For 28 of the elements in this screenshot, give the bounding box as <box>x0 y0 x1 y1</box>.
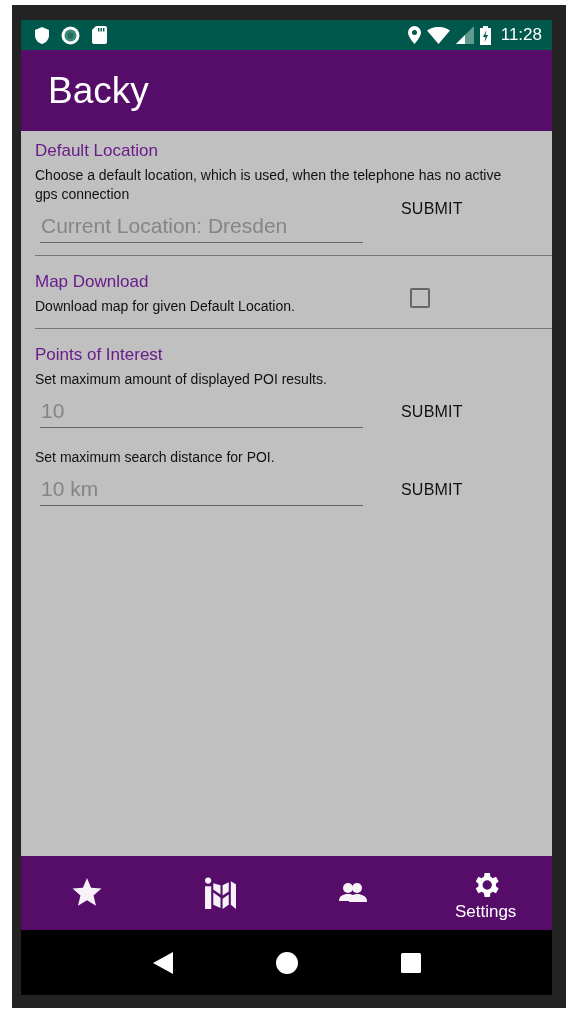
status-time: 11:28 <box>500 25 542 45</box>
recents-icon[interactable] <box>400 952 421 973</box>
people-icon <box>338 882 367 904</box>
home-icon[interactable] <box>275 951 298 974</box>
input-field[interactable]: 10 km <box>40 475 363 506</box>
shield-icon <box>35 26 49 44</box>
wifi-icon <box>426 26 450 44</box>
map-icon <box>203 876 237 910</box>
setting-description: Set maximum search distance for POI. <box>35 448 276 467</box>
submit-button[interactable]: SUBMIT <box>396 475 468 505</box>
star-icon <box>71 878 104 908</box>
section-title: Points of Interest <box>35 345 164 365</box>
input-field[interactable]: Current Location: Dresden <box>40 212 363 243</box>
battery-charging-icon <box>479 25 491 45</box>
location-pin-icon <box>407 26 421 44</box>
section-title: Default Location <box>35 141 159 161</box>
record-icon <box>61 25 80 45</box>
sd-card-icon <box>92 26 107 44</box>
setting-description: Set maximum amount of displayed POI results. <box>35 370 328 389</box>
signal-icon <box>455 26 474 44</box>
app-title: Backy <box>48 69 149 112</box>
section-title: Map Download <box>35 272 150 292</box>
nav-tab[interactable]: Settings <box>419 856 552 930</box>
submit-button[interactable]: SUBMIT <box>396 397 468 427</box>
section-description: Download map for given Default Location. <box>35 297 296 316</box>
checkbox[interactable] <box>410 287 430 308</box>
input-field[interactable]: 10 <box>40 397 363 428</box>
back-icon[interactable] <box>152 951 173 974</box>
